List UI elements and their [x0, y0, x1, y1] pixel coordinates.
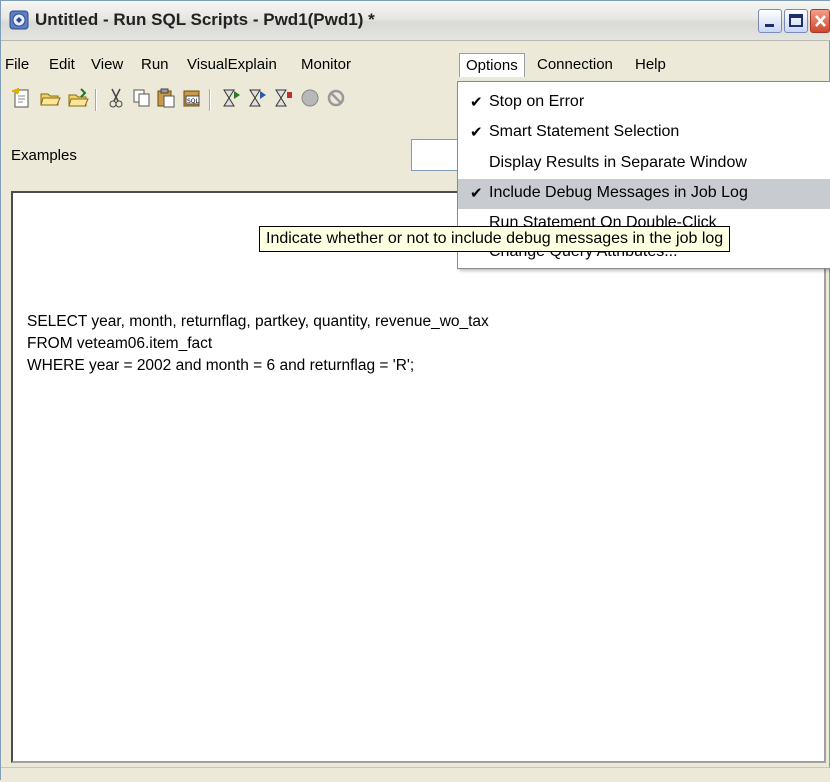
sql-line: SELECT year, month, returnflag, partkey,… — [27, 313, 489, 330]
minimize-button[interactable] — [758, 9, 782, 33]
insert-sql-icon[interactable]: SQL — [181, 87, 203, 109]
menu-item-stop-on-error[interactable]: ✔ Stop on Error — [458, 88, 830, 118]
maximize-button[interactable] — [784, 9, 808, 33]
menu-item-label: Include Debug Messages in Job Log — [489, 184, 748, 201]
stop-icon[interactable] — [299, 87, 321, 109]
toolbar: SQL — [1, 81, 471, 117]
menu-bar: File Edit View Run VisualExplain Monitor… — [1, 51, 830, 79]
new-icon[interactable] — [11, 87, 33, 109]
menu-item-display-results-separate-window[interactable]: Display Results in Separate Window — [458, 149, 830, 179]
maximize-icon — [789, 14, 803, 27]
run-all-icon[interactable] — [221, 87, 243, 109]
close-button[interactable] — [810, 9, 830, 33]
paste-icon[interactable] — [155, 87, 177, 109]
menu-view[interactable]: View — [91, 56, 123, 73]
check-icon: ✔ — [470, 94, 483, 111]
run-from-selected-icon[interactable] — [247, 87, 269, 109]
sql-line: WHERE year = 2002 and month = 6 and retu… — [27, 357, 415, 374]
minimize-icon — [765, 24, 774, 27]
menu-item-smart-statement-selection[interactable]: ✔ Smart Statement Selection — [458, 118, 830, 148]
cancel-icon[interactable] — [325, 87, 347, 109]
menu-edit[interactable]: Edit — [49, 56, 75, 73]
run-sql-scripts-window: Untitled - Run SQL Scripts - Pwd1(Pwd1) … — [0, 0, 830, 782]
menu-item-label: Display Results in Separate Window — [489, 154, 747, 171]
menu-connection[interactable]: Connection — [537, 56, 613, 73]
open-icon[interactable] — [39, 87, 61, 109]
menu-run[interactable]: Run — [141, 56, 169, 73]
title-bar[interactable]: Untitled - Run SQL Scripts - Pwd1(Pwd1) … — [1, 1, 830, 41]
close-icon — [815, 15, 826, 27]
check-icon: ✔ — [470, 124, 483, 141]
svg-text:SQL: SQL — [187, 98, 200, 105]
menu-item-include-debug-messages[interactable]: ✔ Include Debug Messages in Job Log — [458, 179, 830, 209]
window-title: Untitled - Run SQL Scripts - Pwd1(Pwd1) … — [35, 10, 375, 29]
sql-line: FROM veteam06.item_fact — [27, 335, 213, 352]
menu-file[interactable]: File — [5, 56, 29, 73]
menu-monitor[interactable]: Monitor — [301, 56, 351, 73]
open-from-server-icon[interactable] — [67, 87, 89, 109]
sql-editor[interactable]: SELECT year, month, returnflag, partkey,… — [11, 191, 826, 763]
menu-item-label: Stop on Error — [489, 93, 585, 110]
toolbar-separator — [95, 89, 97, 111]
tooltip: Indicate whether or not to include debug… — [259, 226, 731, 252]
examples-dropdown[interactable] — [411, 139, 459, 171]
menu-item-label: Smart Statement Selection — [489, 123, 680, 140]
cut-icon[interactable] — [105, 87, 127, 109]
toolbar-separator — [209, 89, 211, 111]
check-icon: ✔ — [470, 185, 483, 202]
menu-options[interactable]: Options — [459, 53, 525, 77]
app-icon — [9, 10, 29, 30]
menu-visualexplain[interactable]: VisualExplain — [187, 56, 277, 73]
menu-help[interactable]: Help — [635, 56, 666, 73]
run-selected-icon[interactable] — [273, 87, 295, 109]
examples-label: Examples — [11, 147, 77, 164]
copy-icon[interactable] — [131, 87, 153, 109]
